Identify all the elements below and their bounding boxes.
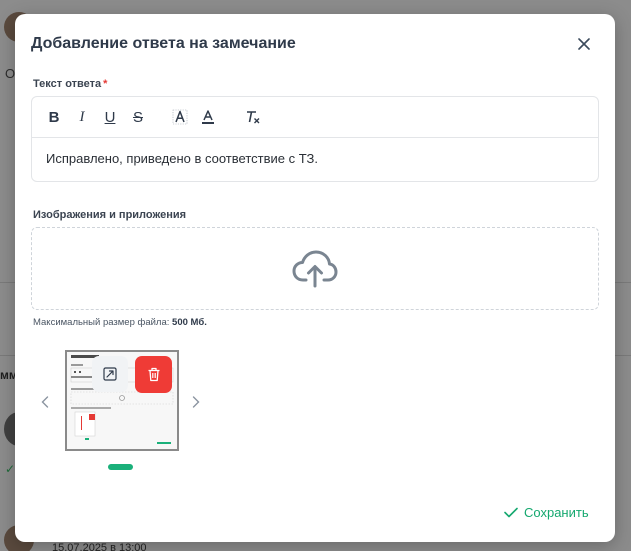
answer-label: Текст ответа * xyxy=(33,78,108,90)
editor-content[interactable]: Исправлено, приведено в соответствие с Т… xyxy=(46,151,318,166)
divider xyxy=(615,282,631,283)
answer-editor[interactable]: B I U S Исправлено, приведено в соответс… xyxy=(31,96,599,182)
answer-modal: Добавление ответа на замечание Текст отв… xyxy=(15,14,615,542)
bg-text: О xyxy=(5,66,16,81)
carousel-next-button[interactable] xyxy=(189,392,203,412)
carousel-prev-button[interactable] xyxy=(38,392,52,412)
modal-title: Добавление ответа на замечание xyxy=(31,35,296,52)
highlight-icon xyxy=(172,109,188,125)
close-icon xyxy=(578,38,590,50)
max-size-value: 500 Мб. xyxy=(172,317,207,328)
delete-attachment-button[interactable] xyxy=(135,356,172,393)
underline-button[interactable]: U xyxy=(102,109,118,126)
max-size-hint: Максимальный размер файла: 500 Мб. xyxy=(33,317,207,328)
check-icon xyxy=(504,507,518,517)
expand-icon xyxy=(103,367,117,381)
highlight-button[interactable] xyxy=(172,109,188,125)
text-color-button[interactable] xyxy=(200,109,216,125)
editor-toolbar: B I U S xyxy=(32,97,598,138)
timestamp: 15.07.2025 в 13:00 xyxy=(52,542,147,551)
strikethrough-button[interactable]: S xyxy=(130,109,146,126)
divider xyxy=(0,282,16,283)
divider xyxy=(0,355,16,356)
upload-dropzone[interactable] xyxy=(31,227,599,310)
trash-icon xyxy=(148,367,159,382)
carousel-indicator-active[interactable] xyxy=(108,464,133,470)
italic-button[interactable]: I xyxy=(74,109,90,125)
clear-format-icon xyxy=(247,111,260,124)
chevron-right-icon xyxy=(192,396,200,408)
close-button[interactable] xyxy=(575,35,593,53)
save-button[interactable]: Сохранить xyxy=(504,502,589,522)
chevron-left-icon xyxy=(41,396,49,408)
open-attachment-button[interactable] xyxy=(92,356,128,392)
required-mark: * xyxy=(103,78,108,90)
divider xyxy=(615,355,631,356)
check-icon: ✓ xyxy=(5,462,16,476)
bold-button[interactable]: B xyxy=(46,109,62,126)
upload-cloud-icon xyxy=(292,250,338,287)
text-color-icon xyxy=(202,110,214,124)
attachments-label: Изображения и приложения xyxy=(33,209,187,221)
save-label: Сохранить xyxy=(524,504,589,520)
clear-format-button[interactable] xyxy=(245,109,261,125)
